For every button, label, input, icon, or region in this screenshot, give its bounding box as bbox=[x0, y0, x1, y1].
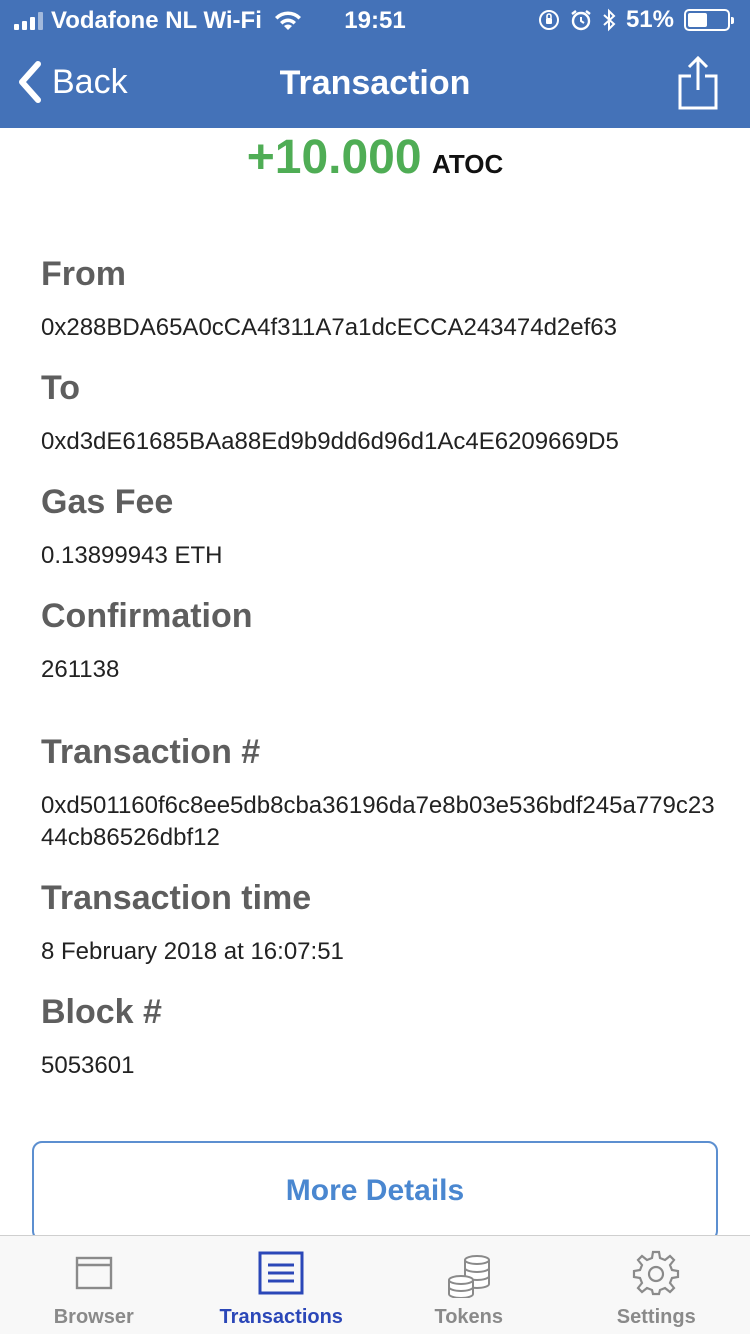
tab-browser[interactable]: Browser bbox=[0, 1236, 188, 1334]
tx-hash-value: 0xd501160f6c8ee5db8cba36196da7e8b03e536b… bbox=[41, 792, 715, 851]
tab-tokens[interactable]: Tokens bbox=[375, 1236, 563, 1334]
amount-value: +10.000 bbox=[246, 131, 422, 184]
carrier-label: Vodafone NL Wi-Fi bbox=[51, 7, 262, 34]
battery-icon bbox=[684, 9, 734, 31]
tx-hash-label: Transaction # bbox=[41, 733, 261, 771]
coins-icon bbox=[447, 1255, 490, 1298]
wifi-icon bbox=[274, 11, 301, 30]
amount-unit: ATOC bbox=[432, 149, 504, 179]
confirmation-label: Confirmation bbox=[41, 597, 253, 635]
battery-fill bbox=[688, 13, 708, 27]
to-value: 0xd3dE61685BAa88Ed9b9dd6d96d1Ac4E6209669… bbox=[41, 428, 619, 455]
tab-settings[interactable]: Settings bbox=[563, 1236, 750, 1334]
alarm-icon bbox=[571, 10, 591, 31]
status-left: Vodafone NL Wi-Fi bbox=[14, 7, 302, 35]
tx-time-value: 8 February 2018 at 16:07:51 bbox=[41, 938, 344, 965]
transaction-details: From 0x288BDA65A0cCA4f311A7a1dcECCA24347… bbox=[41, 252, 721, 1104]
block-value: 5053601 bbox=[41, 1052, 135, 1079]
to-label: To bbox=[41, 369, 81, 407]
orientation-lock-icon bbox=[538, 10, 559, 30]
bluetooth-icon bbox=[603, 8, 616, 32]
list-icon bbox=[258, 1251, 304, 1295]
gear-icon bbox=[633, 1250, 680, 1296]
screen: Vodafone NL Wi-Fi 19:51 51% Back Transac… bbox=[0, 0, 750, 1334]
battery-percent: 51% bbox=[625, 6, 674, 33]
more-details-button[interactable]: More Details bbox=[32, 1141, 718, 1241]
status-right: 51% bbox=[538, 6, 734, 34]
tab-label-browser: Browser bbox=[53, 1306, 134, 1328]
transaction-amount: +10.000 ATOC bbox=[0, 130, 750, 185]
back-button[interactable]: Back bbox=[16, 60, 128, 104]
from-label: From bbox=[41, 255, 126, 293]
gas-fee-value: 0.13899943 ETH bbox=[41, 542, 223, 569]
tab-label-transactions: Transactions bbox=[219, 1306, 343, 1328]
tab-label-tokens: Tokens bbox=[434, 1306, 504, 1328]
tab-bar: Browser Transactions Tokens Settings bbox=[0, 1235, 750, 1334]
gas-fee-label: Gas Fee bbox=[41, 483, 174, 521]
tx-time-label: Transaction time bbox=[41, 879, 312, 917]
back-label: Back bbox=[52, 62, 128, 101]
chevron-left-icon bbox=[19, 61, 41, 103]
nav-bar: Back Transaction bbox=[0, 40, 750, 128]
browser-icon bbox=[75, 1256, 112, 1290]
confirmation-value: 261138 bbox=[41, 656, 120, 683]
signal-icon bbox=[14, 12, 43, 30]
tab-label-settings: Settings bbox=[616, 1306, 696, 1328]
block-label: Block # bbox=[41, 993, 162, 1031]
tab-transactions[interactable]: Transactions bbox=[188, 1236, 376, 1334]
status-bar: Vodafone NL Wi-Fi 19:51 51% bbox=[0, 0, 750, 40]
header-bar: Vodafone NL Wi-Fi 19:51 51% Back Transac… bbox=[0, 0, 750, 128]
from-value: 0x288BDA65A0cCA4f311A7a1dcECCA243474d2ef… bbox=[41, 314, 617, 341]
share-icon[interactable] bbox=[676, 54, 720, 112]
